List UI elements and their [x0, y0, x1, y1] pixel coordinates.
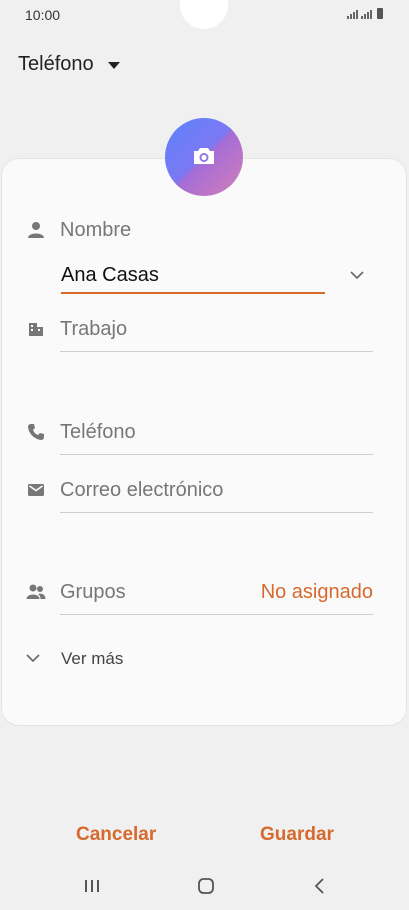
status-bar: 10:00: [0, 0, 409, 30]
save-button[interactable]: Guardar: [260, 824, 334, 846]
account-label: Teléfono: [18, 53, 94, 75]
name-label: Nombre: [60, 219, 132, 241]
phone-field-underline: [60, 454, 373, 455]
email-icon: [28, 484, 44, 496]
name-input-underline: [61, 292, 325, 294]
groups-underline: [60, 614, 373, 615]
groups-icon: [26, 584, 46, 599]
signal-icon: [347, 10, 358, 19]
home-icon[interactable]: [197, 877, 215, 895]
chevron-down-icon[interactable]: [349, 270, 365, 280]
back-icon[interactable]: [313, 877, 327, 895]
phone-icon: [28, 424, 44, 440]
account-selector[interactable]: Teléfono: [18, 53, 120, 76]
work-field[interactable]: Trabajo: [60, 318, 127, 341]
chevron-down-icon: [26, 654, 40, 663]
contact-photo-button[interactable]: [165, 118, 243, 196]
groups-label: Grupos: [60, 581, 126, 603]
email-field-underline: [60, 512, 373, 513]
recent-apps-icon[interactable]: [83, 878, 101, 894]
cancel-button[interactable]: Cancelar: [76, 824, 156, 846]
person-icon: [28, 222, 44, 238]
camera-icon: [194, 148, 214, 164]
view-more-label: Ver más: [61, 649, 124, 668]
phone-field[interactable]: Teléfono: [60, 421, 136, 444]
signal-icon-2: [361, 10, 372, 19]
building-icon: [29, 323, 43, 336]
name-input[interactable]: Ana Casas: [61, 264, 159, 287]
battery-icon: [377, 8, 383, 19]
work-field-underline: [60, 351, 373, 352]
status-time: 10:00: [25, 7, 61, 23]
contact-editor-screen: 10:00 Teléfono Nombre Ana Casas Trabajo …: [0, 0, 409, 910]
groups-value: No asignado: [260, 581, 373, 603]
dropdown-arrow-icon: [107, 62, 120, 69]
email-field[interactable]: Correo electrónico: [60, 479, 223, 502]
status-icons: [347, 8, 383, 19]
camera-notch: [180, 0, 228, 29]
